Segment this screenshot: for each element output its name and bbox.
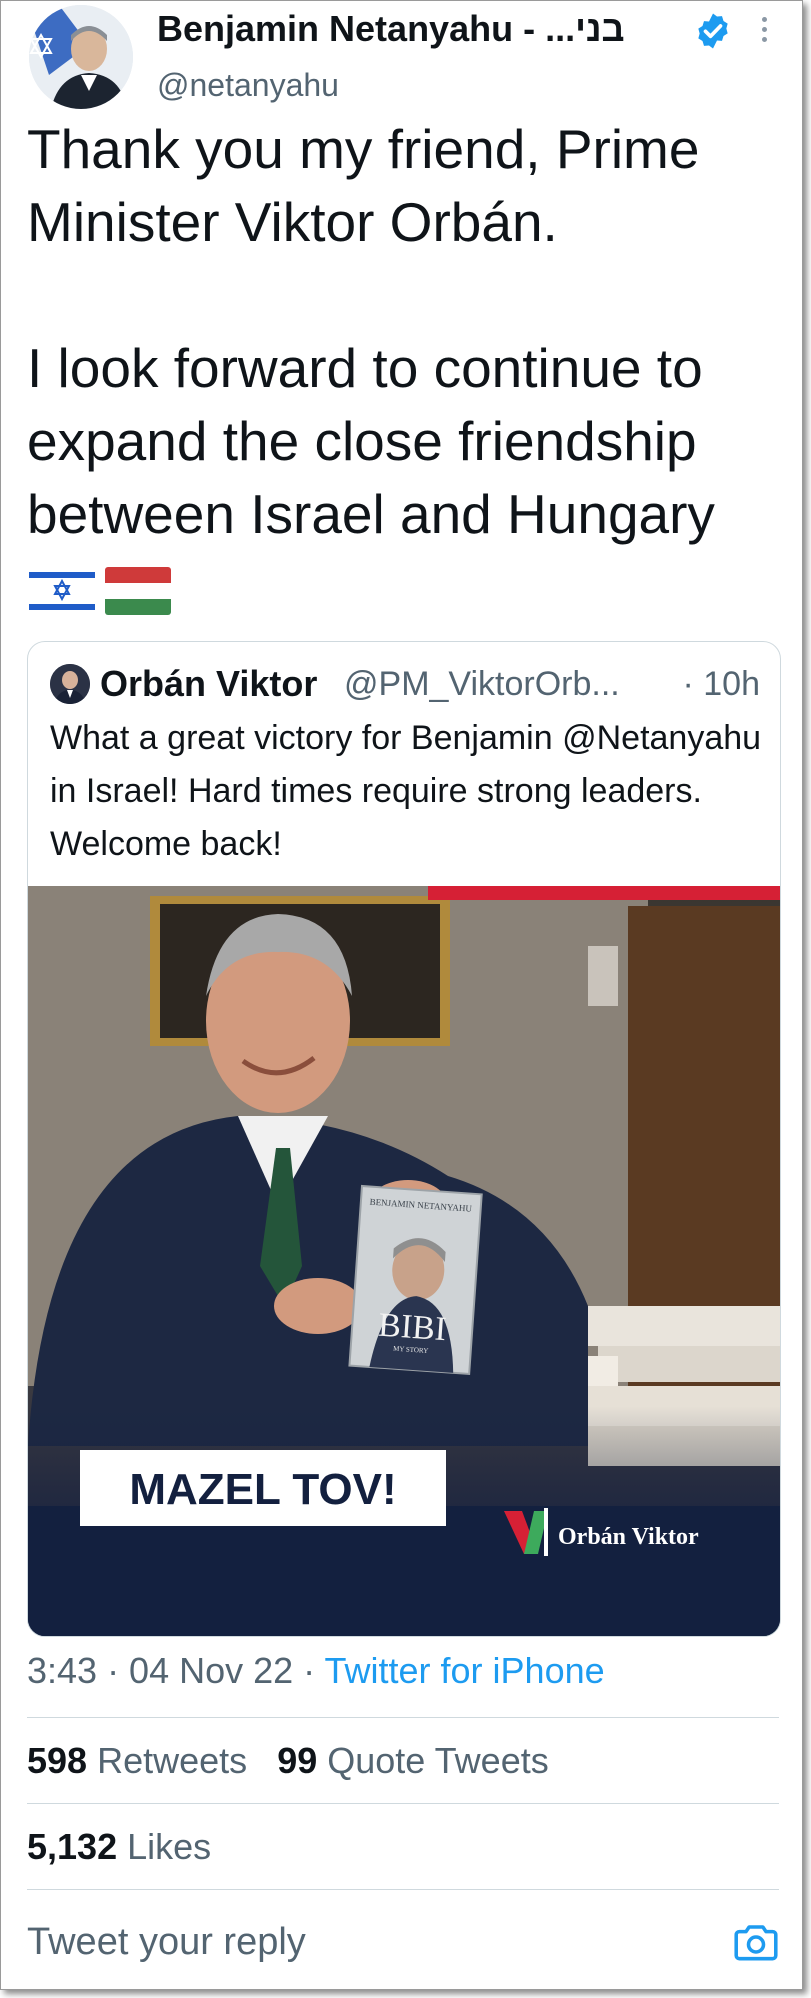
quoted-image[interactable]: BENJAMIN NETANYAHU BIBI MY STORY MAZEL T…: [28, 886, 780, 1636]
quoted-tweet[interactable]: Orbán Viktor @PM_ViktorOrb... · 10h What…: [27, 641, 781, 1637]
likes-stat[interactable]: 5,132 Likes: [27, 1825, 211, 1869]
israel-flag-icon: [29, 567, 95, 615]
tweet-detail-card: Benjamin Netanyahu - ...בני @netanyahu T…: [0, 0, 803, 1990]
tweet-source[interactable]: Twitter for iPhone: [325, 1650, 605, 1691]
divider: [27, 1889, 779, 1890]
tweet-meta: 3:43 · 04 Nov 22 · Twitter for iPhone: [27, 1649, 605, 1693]
quoted-author-handle[interactable]: @PM_ViktorOrb...: [344, 662, 620, 706]
retweets-count: 598: [27, 1740, 88, 1781]
reply-input[interactable]: [27, 1919, 707, 1965]
author-avatar[interactable]: [29, 5, 133, 109]
retweets-label: Retweets: [97, 1740, 248, 1781]
camera-icon[interactable]: [731, 1917, 781, 1967]
quote-tweets-label: Quote Tweets: [327, 1740, 549, 1781]
quoted-author-avatar[interactable]: [50, 664, 90, 704]
author-name[interactable]: Benjamin Netanyahu - ...בני: [157, 7, 625, 51]
engagement-stats: 598 Retweets 99 Quote Tweets: [27, 1739, 549, 1783]
divider: [27, 1717, 779, 1718]
tweet-text: Thank you my friend, Prime Minister Vikt…: [27, 118, 715, 545]
divider: [27, 1803, 779, 1804]
tweet-timestamp[interactable]: 3:43 · 04 Nov 22 ·: [27, 1650, 325, 1691]
quote-tweets-count: 99: [277, 1740, 318, 1781]
quoted-time[interactable]: · 10h: [683, 662, 761, 706]
retweets-stat[interactable]: 598 Retweets: [27, 1740, 247, 1781]
book-title-text: BIBI: [377, 1307, 447, 1349]
verified-badge-icon: [698, 13, 728, 49]
likes-count: 5,132: [27, 1826, 118, 1867]
hungary-flag-icon: [105, 567, 171, 615]
more-options-icon[interactable]: [759, 17, 769, 47]
image-brand-text: Orbán Viktor: [558, 1524, 699, 1550]
image-caption-text: MAZEL TOV!: [129, 1465, 396, 1514]
quoted-text: What a great victory for Benjamin @Netan…: [50, 719, 762, 863]
quoted-author-name[interactable]: Orbán Viktor: [100, 662, 317, 706]
quote-tweets-stat[interactable]: 99 Quote Tweets: [277, 1740, 549, 1781]
author-handle[interactable]: @netanyahu: [157, 65, 339, 105]
likes-label: Likes: [127, 1826, 212, 1867]
